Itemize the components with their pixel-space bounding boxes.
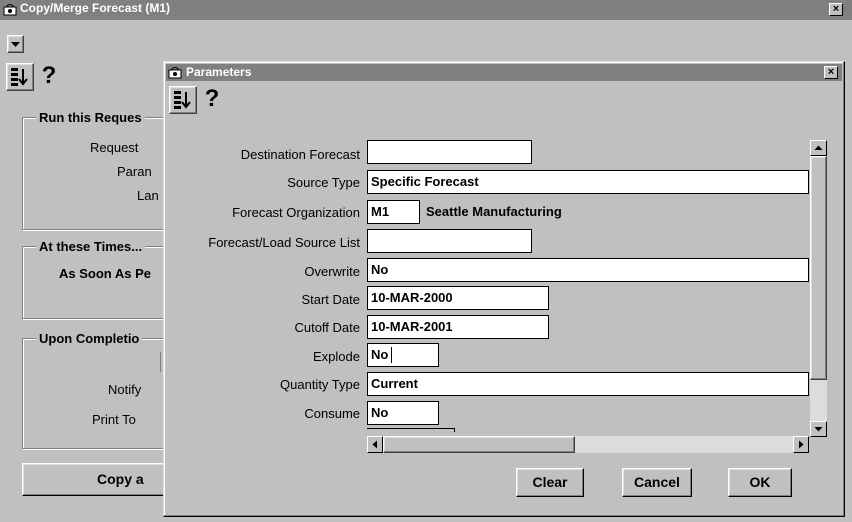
explode-label: Explode	[313, 349, 360, 364]
help-icon: ?	[41, 62, 57, 89]
scroll-right-button[interactable]	[793, 436, 809, 453]
dropdown-arrow-icon	[11, 42, 20, 47]
main-title-bar: Copy/Merge Forecast (M1) ×	[0, 0, 852, 20]
app-icon	[168, 65, 182, 82]
quantity-type-label: Quantity Type	[280, 377, 360, 392]
dialog-title: Parameters	[186, 65, 252, 79]
scroll-up-button[interactable]	[810, 140, 827, 156]
overwrite-field[interactable]: No	[367, 258, 809, 282]
forecast-load-source-list-field[interactable]	[367, 229, 532, 253]
list-of-values-button[interactable]	[6, 63, 34, 91]
destination-forecast-field[interactable]	[367, 140, 532, 164]
scroll-down-button[interactable]	[810, 421, 827, 437]
start-date-label: Start Date	[301, 292, 360, 307]
dialog-close-button[interactable]: ×	[824, 66, 838, 79]
request-label: Request	[90, 140, 139, 155]
start-date-field[interactable]: 10-MAR-2000	[367, 286, 549, 310]
cancel-button[interactable]: Cancel	[622, 468, 692, 497]
consume-field[interactable]: No	[367, 401, 439, 425]
main-close-button[interactable]: ×	[829, 3, 843, 16]
text-cursor	[391, 347, 392, 363]
destination-forecast-label: Destination Forecast	[240, 147, 360, 162]
vertical-scrollbar[interactable]	[810, 140, 827, 437]
vertical-scroll-thumb[interactable]	[810, 156, 827, 380]
parameters-label: Paran	[117, 164, 152, 179]
quantity-type-field[interactable]: Current	[367, 372, 809, 396]
cutoff-date-label: Cutoff Date	[294, 320, 360, 335]
close-icon: ×	[832, 3, 840, 15]
cancel-button-label: Cancel	[634, 474, 680, 490]
scroll-up-icon	[814, 145, 823, 150]
app-icon	[3, 2, 17, 19]
consume-label: Consume	[304, 406, 360, 421]
scroll-left-button[interactable]	[367, 436, 383, 453]
ok-button-label: OK	[749, 474, 771, 490]
main-window-title: Copy/Merge Forecast (M1)	[20, 1, 171, 15]
clear-button[interactable]: Clear	[516, 468, 584, 497]
help-button[interactable]: ?	[35, 63, 63, 91]
language-label: Lan	[137, 188, 159, 203]
close-icon: ×	[827, 66, 835, 78]
scroll-right-icon	[799, 440, 804, 449]
copy-button-label: Copy a	[97, 471, 144, 487]
scroll-down-icon	[814, 427, 823, 432]
horizontal-scrollbar[interactable]	[367, 436, 809, 453]
forecast-organization-name: Seattle Manufacturing	[426, 204, 562, 219]
completion-group-title: Upon Completio	[36, 331, 143, 346]
forecast-organization-label: Forecast Organization	[232, 205, 360, 220]
schedule-value[interactable]: As Soon As Pe	[59, 266, 151, 281]
dialog-help-button[interactable]: ?	[198, 86, 226, 114]
forecast-organization-field[interactable]: M1	[367, 200, 420, 224]
horizontal-scroll-thumb[interactable]	[383, 436, 575, 453]
forecast-load-source-list-label: Forecast/Load Source List	[208, 235, 360, 250]
source-type-label: Source Type	[287, 175, 360, 190]
schedule-group-title: At these Times...	[36, 239, 146, 254]
source-type-field[interactable]: Specific Forecast	[367, 170, 809, 194]
parameters-dialog: Parameters × ? Destination Forecast Sour…	[163, 61, 845, 517]
dialog-title-bar: Parameters ×	[166, 64, 842, 81]
overwrite-label: Overwrite	[304, 264, 360, 279]
print-to-label: Print To	[92, 412, 136, 427]
list-of-values-icon	[11, 68, 28, 86]
explode-field[interactable]: No	[367, 343, 439, 367]
next-field-edge	[367, 428, 455, 432]
list-of-values-icon	[174, 91, 191, 109]
window-menu-dropdown[interactable]	[7, 35, 24, 53]
ok-button[interactable]: OK	[728, 468, 792, 497]
clear-button-label: Clear	[532, 474, 568, 490]
notify-label: Notify	[108, 382, 142, 397]
scroll-left-icon	[372, 440, 377, 449]
dialog-list-of-values-button[interactable]	[169, 86, 197, 114]
help-icon: ?	[204, 85, 220, 112]
cutoff-date-field[interactable]: 10-MAR-2001	[367, 315, 549, 339]
run-request-group-title: Run this Reques	[36, 110, 145, 125]
